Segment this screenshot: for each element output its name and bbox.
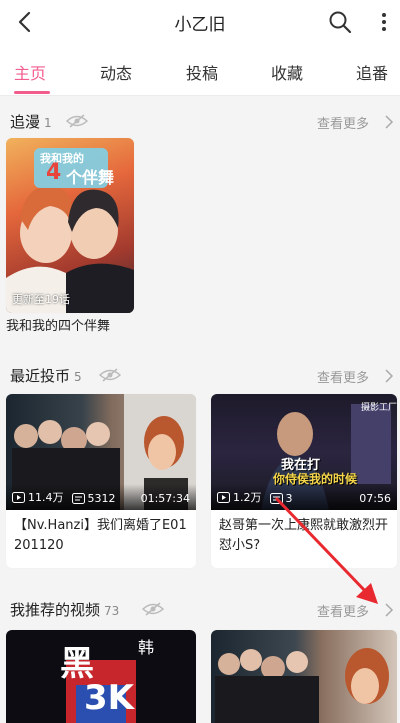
video-stats: 1.2万 3 07:56 [211, 484, 397, 510]
update-badge: 更新至19话 [12, 293, 70, 306]
thumb-text-2: 韩 [138, 638, 155, 657]
more-menu-button[interactable] [372, 4, 396, 40]
search-button[interactable] [322, 4, 358, 40]
top-bar: 小乙旧 [0, 0, 400, 44]
section-title-coins: 最近投币 5 [10, 367, 82, 385]
video-card[interactable]: 11.4万 5312 01:57:34 【Nv.Hanzi】我们离婚了E01 2… [6, 394, 196, 568]
section-title-recommended: 我推荐的视频 73 [10, 601, 120, 619]
play-count-icon [217, 491, 230, 503]
tab-home[interactable]: 主页 [14, 60, 46, 84]
chevron-right-icon [385, 603, 394, 617]
video-card[interactable]: 摄影工厂 我在打 你侍侯我的时候 1.2万 3 07:56 赵哥第一次上康熙就敢… [211, 394, 397, 568]
danmaku-count: 5312 [71, 492, 116, 505]
video-thumbnail [211, 630, 397, 723]
tab-favorites[interactable]: 收藏 [271, 60, 303, 84]
view-count: 1.2万 [217, 489, 262, 505]
more-vertical-icon [382, 13, 386, 31]
video-title: 赵哥第一次上康熙就敢激烈开怼小S? [219, 518, 389, 553]
danmaku-count: 3 [269, 492, 293, 505]
cover-title-num: 4 [46, 160, 62, 185]
section-count: 5 [74, 370, 82, 384]
tab-uploads[interactable]: 投稿 [186, 60, 218, 84]
hidden-eye-icon[interactable] [142, 602, 164, 616]
chevron-right-icon [385, 115, 394, 129]
manga-cover-image: 我和我的 4 个伴舞 更新至19话 [6, 138, 134, 313]
tab-bangumi[interactable]: 追番 [356, 60, 388, 84]
section-title-following: 追漫 1 [10, 113, 52, 131]
video-card[interactable] [211, 630, 397, 723]
video-duration: 07:56 [359, 492, 391, 505]
chevron-right-icon [385, 369, 394, 383]
danmaku-icon [71, 493, 85, 504]
video-title: 【Nv.Hanzi】我们离婚了E01 201120 [14, 518, 187, 553]
hidden-eye-icon[interactable] [66, 114, 88, 128]
video-thumbnail: 摄影工厂 我在打 你侍侯我的时候 1.2万 3 07:56 [211, 394, 397, 510]
section-count: 73 [104, 604, 120, 618]
hidden-eye-icon[interactable] [99, 368, 121, 382]
thumb-text-3: 3K [84, 678, 135, 718]
tab-dynamics[interactable]: 动态 [100, 60, 132, 84]
see-more-coins[interactable]: 查看更多 [317, 367, 369, 386]
section-count: 1 [44, 116, 52, 130]
active-tab-indicator [14, 91, 50, 94]
see-more-following[interactable]: 查看更多 [317, 113, 369, 132]
view-count: 11.4万 [12, 489, 64, 505]
video-thumbnail: 黑 韩 3K [6, 630, 196, 723]
search-icon [329, 11, 352, 34]
cover-title-sub: 个伴舞 [66, 168, 115, 187]
profile-tabs: 主页 动态 投稿 收藏 追番 [0, 44, 400, 96]
video-duration: 01:57:34 [140, 492, 190, 505]
manga-caption[interactable]: 我和我的四个伴舞 [6, 318, 110, 336]
thumb-corner-label: 摄影工厂 [361, 403, 397, 413]
manga-cover-card[interactable]: 我和我的 4 个伴舞 更新至19话 [6, 138, 134, 313]
see-more-recommended[interactable]: 查看更多 [317, 601, 369, 620]
video-thumbnail: 11.4万 5312 01:57:34 [6, 394, 196, 510]
video-card[interactable]: 黑 韩 3K [6, 630, 196, 723]
danmaku-icon [269, 493, 283, 504]
play-count-icon [12, 491, 25, 503]
video-stats: 11.4万 5312 01:57:34 [6, 484, 196, 510]
